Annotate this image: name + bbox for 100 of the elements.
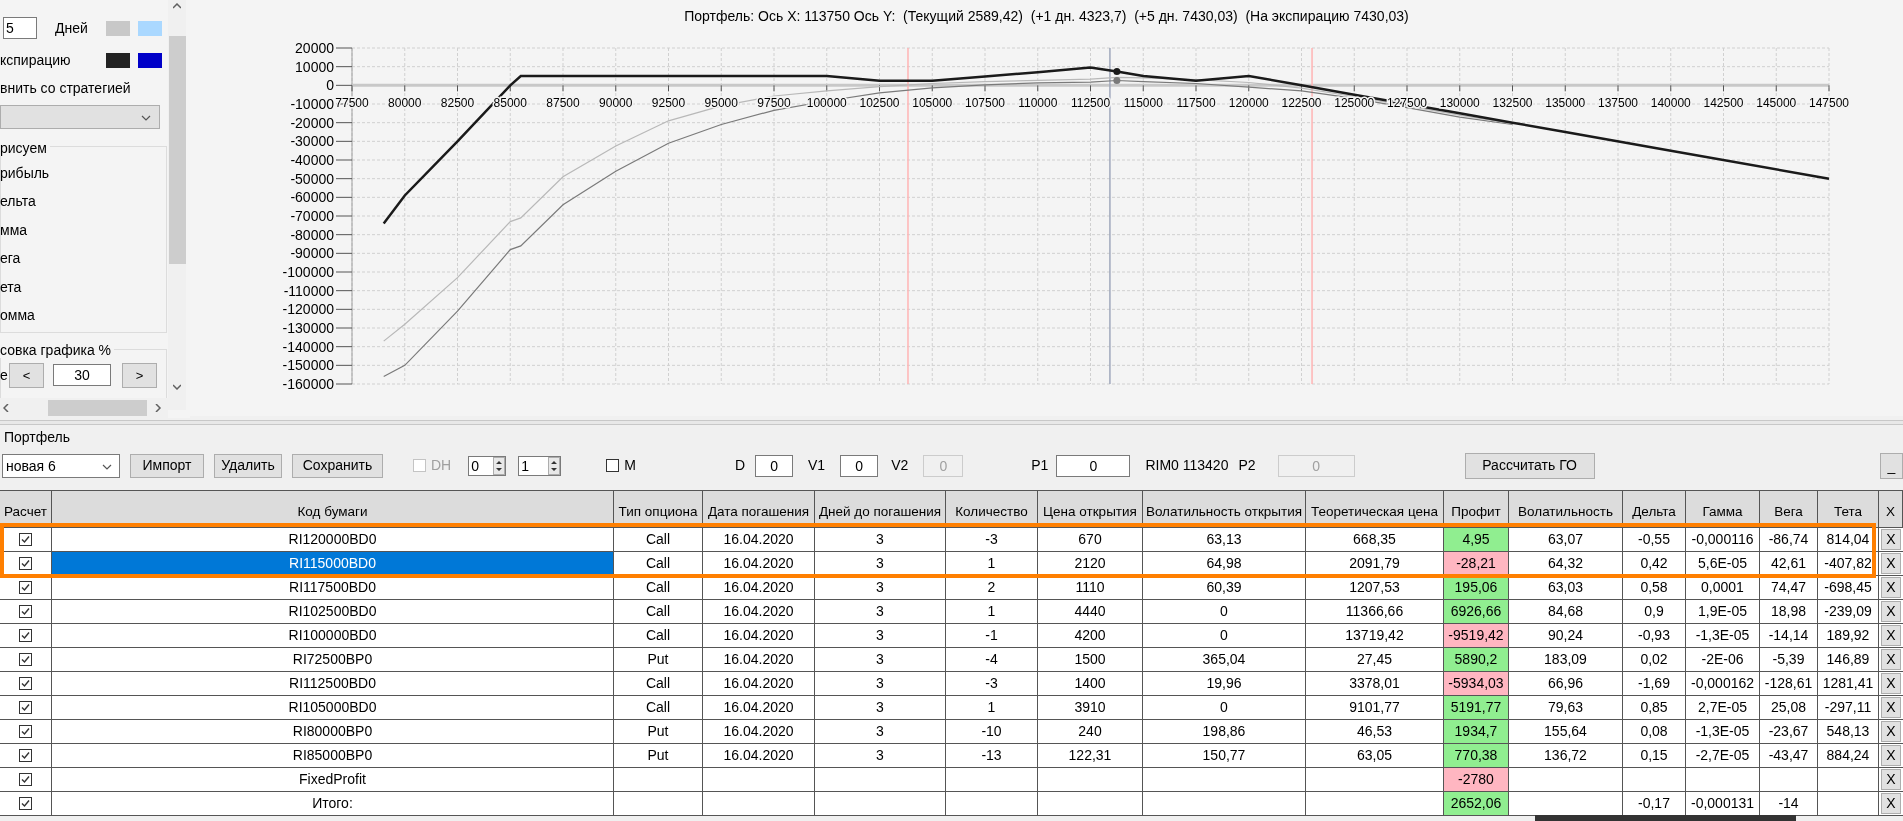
scrollbar-thumb[interactable] xyxy=(169,36,186,264)
checkbox[interactable] xyxy=(19,749,32,762)
color-swatch[interactable] xyxy=(138,52,162,68)
remove-button[interactable]: X xyxy=(1881,673,1901,694)
checkbox[interactable] xyxy=(19,773,32,786)
checkbox[interactable] xyxy=(19,797,32,810)
table-cell: -1,3E-05 xyxy=(1686,624,1760,648)
checkbox[interactable] xyxy=(19,653,32,666)
calculate-button[interactable]: Рассчитать ГО xyxy=(1464,452,1595,479)
scroll-left-icon[interactable] xyxy=(3,404,10,412)
remove-button[interactable]: X xyxy=(1881,601,1901,622)
table-cell: -14,14 xyxy=(1760,624,1818,648)
table-cell: RI115000BD0 xyxy=(52,552,614,576)
axis-label: 132500 xyxy=(1492,96,1533,111)
remove-button[interactable]: X xyxy=(1881,745,1901,766)
table-cell: 79,63 xyxy=(1509,696,1623,720)
checkbox[interactable] xyxy=(19,581,32,594)
axis-label: -50000 xyxy=(290,170,334,187)
spinner-arrows-icon[interactable] xyxy=(493,456,506,475)
axis-label: 117500 xyxy=(1176,96,1216,111)
scale-field[interactable]: 30 xyxy=(53,364,111,386)
color-swatch[interactable] xyxy=(106,20,130,36)
table-cell: RI112500BD0 xyxy=(52,672,614,696)
input-field[interactable]: 0 xyxy=(840,454,879,477)
remove-button[interactable]: X xyxy=(1881,625,1901,646)
table-cell: 74,47 xyxy=(1760,576,1818,600)
axis-label: -100000 xyxy=(282,264,334,280)
table-cell: 814,04 xyxy=(1818,528,1879,552)
scroll-up-icon[interactable] xyxy=(173,3,181,9)
remove-button[interactable]: X xyxy=(1881,649,1901,670)
next-button[interactable]: > xyxy=(122,363,157,388)
field-label: D xyxy=(734,456,746,475)
checkbox[interactable] xyxy=(19,701,32,714)
checkbox[interactable] xyxy=(606,459,620,472)
color-swatch[interactable] xyxy=(138,20,162,36)
table-cell: -1,69 xyxy=(1623,672,1686,696)
scroll-down-icon[interactable] xyxy=(173,384,181,390)
table-cell: 189,92 xyxy=(1818,624,1879,648)
spinner-field[interactable]: 1 xyxy=(518,455,562,476)
table-cell: 3 xyxy=(815,720,946,744)
axis-label: -150000 xyxy=(282,357,334,374)
vertical-scrollbar[interactable] xyxy=(168,0,186,410)
day-field[interactable]: 5 xyxy=(3,17,37,39)
remove-button[interactable]: X xyxy=(1881,529,1901,550)
remove-button[interactable]: X xyxy=(1881,697,1901,718)
checkbox[interactable] xyxy=(19,605,32,618)
field-label: V1 xyxy=(808,456,826,475)
table-cell: -9519,42 xyxy=(1444,624,1509,648)
toolbar-button[interactable]: Импорт xyxy=(130,453,204,478)
minimize-button[interactable]: _ xyxy=(1880,452,1903,479)
remove-button[interactable]: X xyxy=(1881,577,1901,598)
checkbox[interactable] xyxy=(19,533,32,546)
input-field[interactable]: 0 xyxy=(1056,454,1131,477)
option-label[interactable]: мма xyxy=(0,221,28,238)
previous-button[interactable]: < xyxy=(9,363,44,388)
table-cell: -3 xyxy=(946,528,1038,552)
column-header[interactable]: X xyxy=(1879,491,1903,528)
option-label[interactable]: ельта xyxy=(0,193,36,210)
table-cell: Call xyxy=(614,552,703,576)
spinner-arrows-icon[interactable] xyxy=(548,456,561,475)
remove-button[interactable]: X xyxy=(1881,769,1901,790)
scrollbar-thumb[interactable] xyxy=(48,400,147,416)
remove-button[interactable]: X xyxy=(1881,553,1901,574)
table-cell: Call xyxy=(614,624,703,648)
axis-label: 20000 xyxy=(295,40,334,56)
checkbox[interactable] xyxy=(19,629,32,642)
toolbar-button[interactable]: Сохранить xyxy=(292,453,383,478)
table-cell: -5934,03 xyxy=(1444,672,1509,696)
remove-button[interactable]: X xyxy=(1881,721,1901,742)
table-cell: Call xyxy=(614,672,703,696)
axis-label: -90000 xyxy=(290,245,334,262)
table-cell: Call xyxy=(614,528,703,552)
table-cell: 16.04.2020 xyxy=(703,648,815,672)
checkbox[interactable] xyxy=(19,677,32,690)
remove-button[interactable]: X xyxy=(1881,793,1901,814)
color-swatch[interactable] xyxy=(106,52,130,68)
scroll-right-icon[interactable] xyxy=(155,404,162,412)
checkbox[interactable] xyxy=(19,725,32,738)
option-label[interactable]: омма xyxy=(0,307,35,323)
option-label[interactable]: рибыль xyxy=(0,165,50,181)
table-cell: 19,96 xyxy=(1143,672,1306,696)
table-cell: RI105000BD0 xyxy=(52,696,614,720)
table-cell: 0 xyxy=(1143,600,1306,624)
checkbox[interactable] xyxy=(19,557,32,570)
table-cell: 0 xyxy=(1143,696,1306,720)
table-cell: 884,24 xyxy=(1818,744,1879,768)
table-cell: 4440 xyxy=(1038,600,1143,624)
horizontal-scrollbar[interactable] xyxy=(0,398,168,418)
section-title: Портфель xyxy=(3,428,72,447)
input-field[interactable]: 0 xyxy=(755,454,794,477)
strategy-dropdown[interactable]: новая 6 xyxy=(2,453,120,478)
axis-label: 90000 xyxy=(599,96,633,111)
table-cell: 60,39 xyxy=(1143,576,1306,600)
spinner-field[interactable]: 0 xyxy=(468,455,507,476)
option-label[interactable]: ета xyxy=(0,278,22,295)
toolbar-button[interactable]: Удалить xyxy=(214,453,282,478)
option-label[interactable]: ега xyxy=(0,250,21,267)
table-cell: -698,45 xyxy=(1818,576,1879,600)
axis-label: -20000 xyxy=(290,114,334,131)
table-cell: 6926,66 xyxy=(1444,600,1509,624)
